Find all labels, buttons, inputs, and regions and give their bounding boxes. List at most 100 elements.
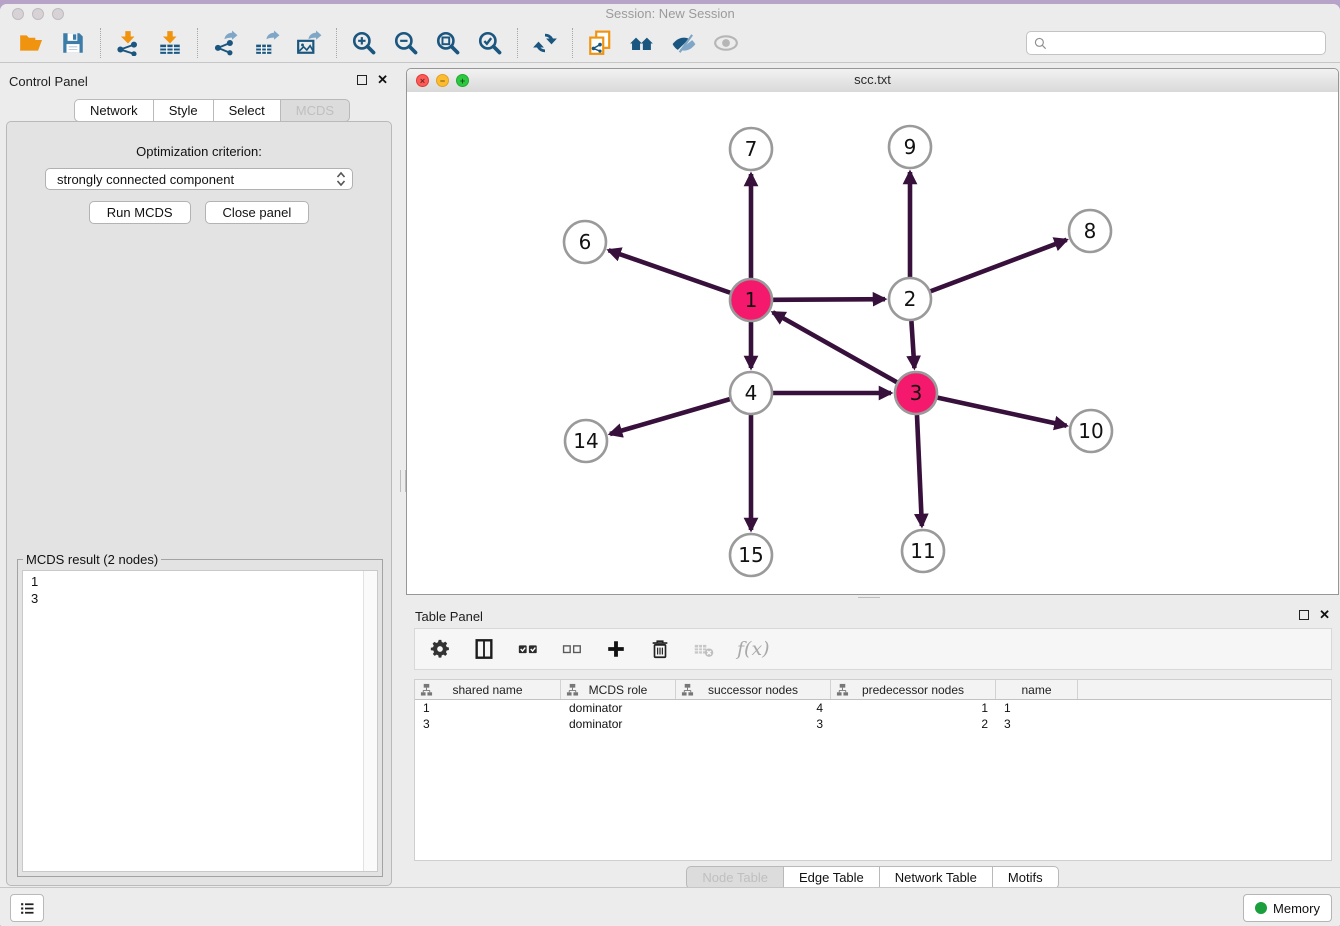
graph-node-3[interactable]: 3	[895, 372, 937, 414]
export-table-icon[interactable]	[254, 30, 280, 56]
select-all-icon[interactable]	[517, 638, 539, 660]
deselect-all-icon[interactable]	[561, 638, 583, 660]
mcds-result-list: 13	[22, 570, 378, 872]
clone-network-icon[interactable]	[587, 30, 613, 56]
graph-node-10[interactable]: 10	[1070, 410, 1112, 452]
search-box[interactable]	[1026, 31, 1326, 55]
graph-node-8[interactable]: 8	[1069, 210, 1111, 252]
graph-node-11[interactable]: 11	[902, 530, 944, 572]
column-header-shared-name[interactable]: shared name	[415, 680, 561, 699]
add-row-icon[interactable]	[605, 638, 627, 660]
search-input[interactable]	[1052, 35, 1319, 51]
tab-network[interactable]: Network	[74, 99, 154, 122]
graph-node-9[interactable]: 9	[889, 126, 931, 168]
svg-text:11: 11	[910, 539, 935, 563]
export-network-icon[interactable]	[212, 30, 238, 56]
edge-1-6[interactable]	[609, 250, 731, 292]
dropdown-value: strongly connected component	[57, 172, 336, 187]
table-cell[interactable]: 3	[676, 717, 831, 731]
table-cell[interactable]: 1	[996, 701, 1078, 715]
table-cell[interactable]: 1	[415, 701, 561, 715]
optimization-criterion-select[interactable]: strongly connected component	[45, 168, 353, 190]
delete-table-icon	[693, 638, 715, 660]
table-header-row: shared nameMCDS rolesuccessor nodesprede…	[415, 680, 1331, 700]
open-session-icon[interactable]	[18, 30, 44, 56]
vertical-splitter[interactable]	[398, 66, 406, 892]
result-scrollbar[interactable]	[363, 571, 377, 871]
graph-node-2[interactable]: 2	[889, 278, 931, 320]
table-tabs: Node TableEdge TableNetwork TableMotifs	[406, 866, 1340, 889]
import-network-icon[interactable]	[115, 30, 141, 56]
zoom-out-icon[interactable]	[393, 30, 419, 56]
table-cell[interactable]: dominator	[561, 701, 676, 715]
mcds-result-value: 3	[31, 590, 369, 607]
graph-node-15[interactable]: 15	[730, 534, 772, 576]
close-panel-icon[interactable]: ✕	[377, 74, 388, 86]
graph-node-14[interactable]: 14	[565, 420, 607, 462]
table-cell[interactable]: 3	[996, 717, 1078, 731]
chevron-updown-icon	[336, 171, 346, 187]
window-title: Session: New Session	[0, 6, 1340, 21]
tab-select[interactable]: Select	[213, 99, 281, 122]
table-cell[interactable]: dominator	[561, 717, 676, 731]
table-cell[interactable]: 2	[831, 717, 996, 731]
svg-text:10: 10	[1078, 419, 1103, 443]
float-table-panel-icon[interactable]	[1299, 610, 1309, 620]
memory-button[interactable]: Memory	[1243, 894, 1332, 922]
graph-node-6[interactable]: 6	[564, 221, 606, 263]
table-cell[interactable]: 3	[415, 717, 561, 731]
column-header-name[interactable]: name	[996, 680, 1078, 699]
edge-1-2[interactable]	[773, 299, 885, 300]
edge-3-10[interactable]	[937, 398, 1066, 426]
table-panel: Table Panel ✕ f(x) shared nameMCDS roles…	[406, 601, 1340, 892]
save-session-icon[interactable]	[60, 30, 86, 56]
main-titlebar: Session: New Session	[0, 4, 1340, 24]
column-selector-icon[interactable]	[473, 638, 495, 660]
zoom-in-icon[interactable]	[351, 30, 377, 56]
network-window-titlebar[interactable]: × − + scc.txt	[407, 69, 1338, 93]
tab-style[interactable]: Style	[153, 99, 214, 122]
graph-node-7[interactable]: 7	[730, 128, 772, 170]
control-panel: Control Panel ✕ NetworkStyleSelectMCDS O…	[0, 66, 398, 892]
close-table-panel-icon[interactable]: ✕	[1319, 609, 1330, 621]
edge-3-1[interactable]	[773, 312, 897, 382]
edge-2-3[interactable]	[911, 321, 914, 368]
attribute-icon	[836, 683, 849, 696]
delete-row-icon[interactable]	[649, 638, 671, 660]
edge-3-11[interactable]	[917, 415, 922, 526]
import-table-icon[interactable]	[157, 30, 183, 56]
zoom-selected-icon[interactable]	[477, 30, 503, 56]
tab-motifs[interactable]: Motifs	[992, 866, 1059, 889]
show-panel-icon	[713, 30, 739, 56]
float-panel-icon[interactable]	[357, 75, 367, 85]
task-history-button[interactable]	[10, 894, 44, 922]
table-row[interactable]: 1dominator411	[415, 700, 1331, 716]
network-canvas[interactable]: 7 9 6 8 1 2 4 3 14 10 15 11	[407, 92, 1338, 594]
graph-node-1[interactable]: 1	[730, 279, 772, 321]
tab-mcds[interactable]: MCDS	[280, 99, 350, 122]
home-icon[interactable]	[629, 30, 655, 56]
svg-text:15: 15	[738, 543, 763, 567]
run-mcds-button[interactable]: Run MCDS	[89, 201, 191, 224]
network-view-window: × − + scc.txt 7 9 6 8 1 2 4 3 14 10 15 11	[406, 68, 1339, 595]
column-header-predecessor-nodes[interactable]: predecessor nodes	[831, 680, 996, 699]
edge-2-8[interactable]	[931, 240, 1067, 291]
table-cell[interactable]: 1	[831, 701, 996, 715]
graph-node-4[interactable]: 4	[730, 372, 772, 414]
apply-layout-icon[interactable]	[532, 30, 558, 56]
close-panel-button[interactable]: Close panel	[205, 201, 310, 224]
tab-edge-table[interactable]: Edge Table	[783, 866, 880, 889]
table-settings-icon[interactable]	[429, 638, 451, 660]
column-header-successor-nodes[interactable]: successor nodes	[676, 680, 831, 699]
tab-network-table[interactable]: Network Table	[879, 866, 993, 889]
control-panel-tabs: NetworkStyleSelectMCDS	[75, 99, 350, 122]
table-cell[interactable]: 4	[676, 701, 831, 715]
edge-4-14[interactable]	[610, 399, 730, 434]
table-row[interactable]: 3dominator323	[415, 716, 1331, 732]
column-header-MCDS-role[interactable]: MCDS role	[561, 680, 676, 699]
tab-node-table[interactable]: Node Table	[686, 866, 784, 889]
zoom-fit-icon[interactable]	[435, 30, 461, 56]
hide-panel-icon[interactable]	[671, 30, 697, 56]
app-window: Session: New Session Control Panel ✕ Net…	[0, 4, 1340, 926]
export-image-icon[interactable]	[296, 30, 322, 56]
